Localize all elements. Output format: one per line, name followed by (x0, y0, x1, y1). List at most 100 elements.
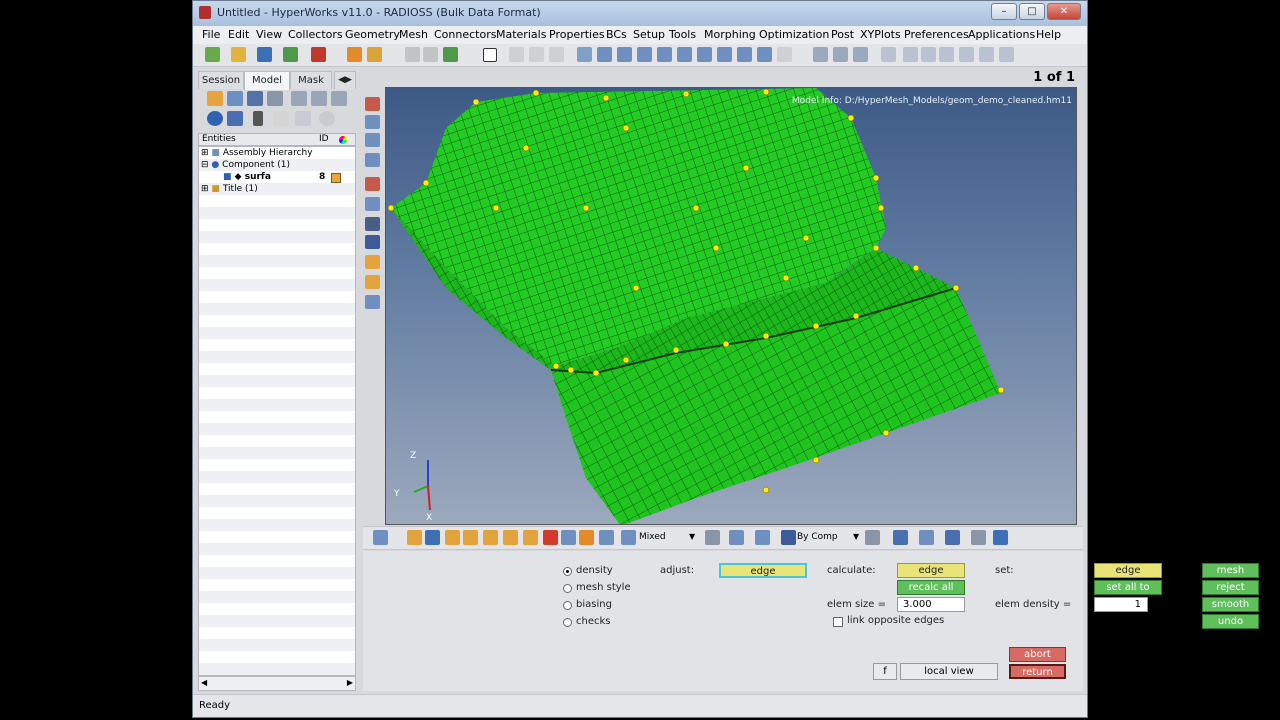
fit-icon[interactable] (881, 47, 896, 62)
menu-help[interactable]: Help (1036, 28, 1061, 41)
user-profile-icon[interactable] (347, 47, 362, 62)
f-button[interactable]: f (873, 663, 897, 680)
tree-item-component[interactable]: ⊟ ● Component (1) (201, 159, 290, 171)
monitor-icon[interactable] (993, 530, 1008, 545)
vis-icon-2[interactable] (407, 530, 422, 545)
entities-column[interactable]: Entities (202, 134, 236, 144)
adjust-edge-button[interactable]: edge (719, 563, 807, 578)
frame-icon[interactable] (483, 48, 497, 62)
chevron-down-icon[interactable]: ▼ (689, 532, 695, 541)
menu-materials[interactable]: Materials (496, 28, 546, 41)
rotate-up-icon[interactable] (637, 47, 652, 62)
layout-icon[interactable] (509, 47, 524, 62)
mode-dropdown[interactable]: Mixed (639, 532, 666, 542)
menu-optimization[interactable]: Optimization (759, 28, 829, 41)
shaded-icon[interactable] (207, 111, 223, 126)
tab-mask[interactable]: Mask (290, 71, 332, 89)
vis-icon-10[interactable] (579, 530, 594, 545)
import-icon[interactable] (231, 47, 246, 62)
graphics-viewport[interactable]: Z Y X Model Info: D:/HyperMesh_Models/ge… (385, 87, 1077, 525)
zoom-window-icon[interactable] (903, 47, 918, 62)
menu-bcs[interactable]: BCs (606, 28, 627, 41)
menu-preferences[interactable]: Preferences (904, 28, 969, 41)
menu-view[interactable]: View (256, 28, 282, 41)
collapse-icon[interactable] (311, 91, 327, 106)
vis-icon-9[interactable] (561, 530, 576, 545)
view-icon-1[interactable] (365, 115, 380, 129)
vis-icon-12[interactable] (705, 530, 720, 545)
rotate-down-icon[interactable] (657, 47, 672, 62)
browser-hscrollbar[interactable]: ◀ ▶ (198, 676, 356, 691)
reject-button[interactable]: reject (1202, 580, 1259, 595)
color-by-icon[interactable] (781, 530, 796, 545)
link-opposite-edges-checkbox[interactable] (833, 617, 843, 627)
cube-icon[interactable] (227, 111, 243, 126)
vis-icon-18[interactable] (945, 530, 960, 545)
mode-icon[interactable] (621, 530, 636, 545)
vis-icon-13[interactable] (729, 530, 744, 545)
chevron-down-icon[interactable]: ▼ (853, 532, 859, 541)
zoom-icon[interactable] (577, 47, 592, 62)
menu-tools[interactable]: Tools (669, 28, 696, 41)
close-button[interactable]: ✕ (1047, 3, 1081, 20)
view-icon-2[interactable] (365, 133, 380, 147)
label-abc-2-icon[interactable] (365, 275, 380, 289)
menu-xyplots[interactable]: XYPlots (860, 28, 901, 41)
assembly-icon[interactable] (247, 91, 263, 106)
tab-model[interactable]: Model (244, 71, 290, 90)
radio-density[interactable] (563, 567, 572, 576)
delete-x-icon[interactable] (543, 530, 558, 545)
tab-scroll-arrows[interactable]: ◀▶ (334, 71, 356, 89)
pan-icon[interactable] (939, 47, 954, 62)
set-edge-button[interactable]: edge (1094, 563, 1162, 578)
expand-toggle-icon[interactable]: ⊞ (201, 184, 209, 194)
menu-edit[interactable]: Edit (228, 28, 249, 41)
undo-button[interactable]: undo (1202, 614, 1259, 629)
rotate-left-icon[interactable] (597, 47, 612, 62)
vis-icon-17[interactable] (919, 530, 934, 545)
display-icon[interactable] (207, 91, 223, 106)
view-a-icon[interactable] (813, 47, 828, 62)
export-icon[interactable] (283, 47, 298, 62)
expand-icon[interactable] (291, 91, 307, 106)
color-by-dropdown[interactable]: By Comp (797, 532, 838, 542)
radio-checks[interactable] (563, 618, 572, 627)
abort-button[interactable]: abort (1009, 647, 1066, 662)
mesh-button[interactable]: mesh (1202, 563, 1259, 578)
maximize-button[interactable]: □ (1019, 3, 1045, 20)
page-icon[interactable] (365, 97, 380, 111)
top-view-icon[interactable] (737, 47, 752, 62)
bottom-view-icon[interactable] (757, 47, 772, 62)
next-icon[interactable] (423, 47, 438, 62)
local-view-button[interactable]: local view (900, 663, 998, 680)
tree-item-assembly[interactable]: ⊞ ■ Assembly Hierarchy (201, 147, 313, 159)
smooth-button[interactable]: smooth (1202, 597, 1259, 612)
previous-icon[interactable] (405, 47, 420, 62)
layout-3-icon[interactable] (549, 47, 564, 62)
scroll-left-icon[interactable]: ◀ (201, 678, 207, 687)
restore-view-icon[interactable] (777, 47, 792, 62)
menu-properties[interactable]: Properties (549, 28, 605, 41)
delete-icon[interactable] (311, 47, 326, 62)
rotate-right-icon[interactable] (617, 47, 632, 62)
updown-icon[interactable] (979, 47, 994, 62)
info-icon[interactable] (365, 235, 380, 249)
collapse-toggle-icon[interactable]: ⊟ (201, 160, 209, 170)
minimize-button[interactable]: – (991, 3, 1017, 20)
macro-icon[interactable] (367, 47, 382, 62)
menu-collectors[interactable]: Collectors (288, 28, 343, 41)
side-view-icon[interactable] (717, 47, 732, 62)
vis-icon-8[interactable] (523, 530, 538, 545)
menu-setup[interactable]: Setup (633, 28, 665, 41)
view-c-icon[interactable] (853, 47, 868, 62)
color-column-icon[interactable] (339, 136, 347, 144)
save-icon[interactable] (257, 47, 272, 62)
radio-biasing[interactable] (563, 601, 572, 610)
view-icon-5[interactable] (365, 197, 380, 211)
iso-view-icon[interactable] (677, 47, 692, 62)
vis-icon-14[interactable] (755, 530, 770, 545)
open-model-icon[interactable] (205, 47, 220, 62)
color-swatch[interactable] (331, 173, 341, 183)
find-icon[interactable] (227, 91, 243, 106)
menu-applications[interactable]: Applications (968, 28, 1035, 41)
